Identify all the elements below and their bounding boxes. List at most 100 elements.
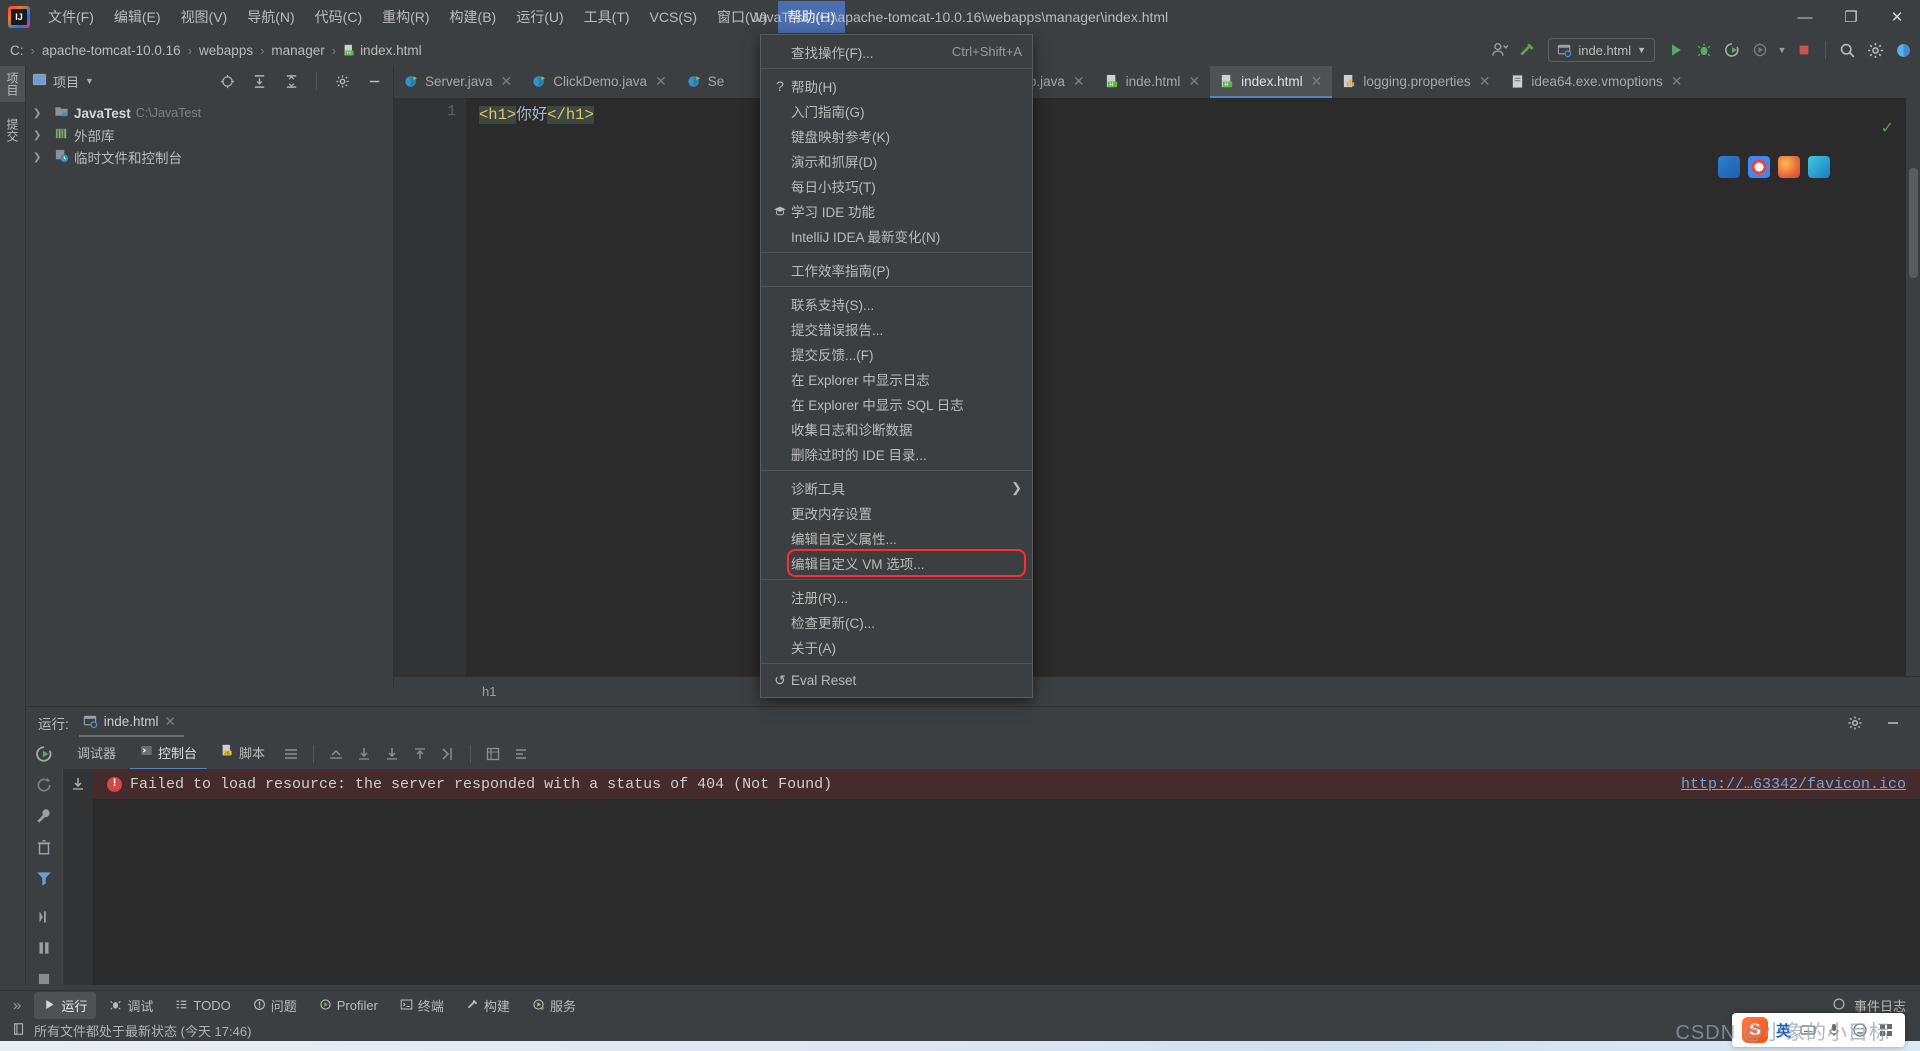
user-avatar-icon[interactable]	[1486, 37, 1512, 63]
menu-item-submit-feedback[interactable]: 提交反馈...(F)	[761, 341, 1032, 366]
menu-file[interactable]: 文件(F)	[38, 1, 104, 33]
firefox-browser-icon[interactable]	[1778, 156, 1800, 178]
close-icon[interactable]: ✕	[1671, 73, 1683, 90]
trash-icon[interactable]	[35, 838, 53, 859]
list-lines-icon[interactable]	[279, 742, 303, 766]
bottom-tab-run[interactable]: 运行	[34, 992, 96, 1019]
run-tab-scripts[interactable]: JS 脚本	[211, 739, 275, 770]
build-hammer-icon[interactable]	[1514, 37, 1540, 63]
editor-scrollbar[interactable]	[1906, 98, 1920, 688]
menu-item-whats-new[interactable]: IntelliJ IDEA 最新变化(N)	[761, 223, 1032, 248]
breadcrumb-item-tomcat[interactable]: apache-tomcat-10.0.16	[42, 43, 181, 58]
editor-scrollbar-thumb[interactable]	[1909, 168, 1918, 278]
close-icon[interactable]: ✕	[165, 714, 176, 730]
bottom-tab-services[interactable]: 服务	[523, 992, 585, 1019]
expand-all-icon[interactable]	[246, 68, 272, 94]
menu-window[interactable]: 窗口(W)	[707, 1, 778, 33]
expand-toolbar-icon[interactable]: »	[4, 993, 30, 1018]
console-output[interactable]: ! Failed to load resource: the server re…	[62, 769, 1920, 985]
close-icon[interactable]: ✕	[1073, 73, 1085, 90]
step-up-icon[interactable]	[324, 742, 348, 766]
menu-item-edit-custom-properties[interactable]: 编辑自定义属性...	[761, 525, 1032, 550]
microphone-icon[interactable]	[1825, 1021, 1843, 1039]
select-opened-file-icon[interactable]	[214, 68, 240, 94]
sogou-logo-icon[interactable]: S	[1742, 1017, 1768, 1043]
refresh-icon[interactable]	[35, 776, 53, 797]
menu-item-submit-bug-report[interactable]: 提交错误报告...	[761, 316, 1032, 341]
settings-wrench-icon[interactable]	[35, 807, 53, 828]
tool-tab-commit[interactable]: 提交	[0, 112, 25, 148]
code-editor[interactable]: 1 <h1>你好</h1> ✓	[394, 98, 1920, 688]
maximize-button[interactable]: ❐	[1828, 0, 1874, 34]
bottom-tab-terminal[interactable]: 终端	[391, 992, 453, 1019]
run-tab-console[interactable]: 控制台	[130, 739, 207, 770]
hide-panel-icon[interactable]	[361, 68, 387, 94]
stop-button[interactable]	[1791, 37, 1817, 63]
tree-node-scratches[interactable]: ❯ 临时文件和控制台	[26, 146, 393, 168]
chevron-right-icon[interactable]: ❯	[33, 152, 41, 163]
menu-item-find-action[interactable]: 查找操作(F)... Ctrl+Shift+A	[761, 39, 1032, 64]
close-icon[interactable]: ✕	[501, 73, 513, 90]
run-session-tab[interactable]: inde.html ✕	[79, 710, 184, 737]
menu-tools[interactable]: 工具(T)	[574, 1, 640, 33]
step-over-icon[interactable]	[35, 908, 53, 929]
run-with-coverage-button[interactable]	[1719, 37, 1745, 63]
menu-view[interactable]: 视图(V)	[171, 1, 238, 33]
menu-item-contact-support[interactable]: 联系支持(S)...	[761, 291, 1032, 316]
ime-toolbox-icon[interactable]	[1877, 1021, 1895, 1039]
force-step-into-icon[interactable]	[380, 742, 404, 766]
console-error-link[interactable]: http://…63342/favicon.ico	[1681, 776, 1906, 793]
run-button[interactable]	[1663, 37, 1689, 63]
menu-refactor[interactable]: 重构(R)	[372, 1, 439, 33]
menu-item-productivity-guide[interactable]: 工作效率指南(P)	[761, 257, 1032, 282]
breadcrumb-item-file[interactable]: index.html	[360, 43, 422, 58]
menu-item-help[interactable]: ? 帮助(H)	[761, 73, 1032, 98]
menu-item-getting-started[interactable]: 入门指南(G)	[761, 98, 1032, 123]
bottom-tab-todo[interactable]: TODO	[166, 994, 239, 1018]
gear-icon[interactable]	[1862, 37, 1888, 63]
menu-vcs[interactable]: VCS(S)	[640, 1, 707, 33]
menu-item-collect-logs-diagnostic-data[interactable]: 收集日志和诊断数据	[761, 416, 1032, 441]
sogou-ime-bar[interactable]: S 英	[1732, 1013, 1905, 1047]
chevron-right-icon[interactable]: ❯	[33, 130, 41, 141]
ide-sparkle-icon[interactable]	[1890, 37, 1916, 63]
breadcrumb-item-manager[interactable]: manager	[271, 43, 324, 58]
menu-navigate[interactable]: 导航(N)	[237, 1, 304, 33]
rerun-icon[interactable]	[35, 745, 53, 766]
menu-item-register[interactable]: 注册(R)...	[761, 584, 1032, 609]
pause-icon[interactable]	[35, 939, 53, 960]
breadcrumb-item-drive[interactable]: C:	[10, 43, 24, 58]
tool-tab-project[interactable]: 项目	[0, 66, 25, 102]
emoji-icon[interactable]	[1851, 1021, 1869, 1039]
chevron-right-icon[interactable]: ❯	[33, 108, 41, 119]
bottom-tab-problems[interactable]: 问题	[244, 992, 306, 1019]
stop-icon[interactable]	[35, 970, 53, 991]
chrome-browser-icon[interactable]	[1748, 156, 1770, 178]
gear-icon[interactable]	[1842, 710, 1868, 736]
bottom-tab-debug[interactable]: 调试	[100, 992, 162, 1019]
chevron-down-icon[interactable]: ▼	[85, 76, 94, 86]
menu-item-show-log-in-explorer[interactable]: 在 Explorer 中显示日志	[761, 366, 1032, 391]
menu-item-diagnostic-tools[interactable]: 诊断工具 ❯	[761, 475, 1032, 500]
run-to-cursor-icon[interactable]	[436, 742, 460, 766]
edge-browser-icon[interactable]	[1808, 156, 1830, 178]
inspection-status-icon[interactable]: ✓	[1881, 118, 1894, 138]
bottom-tab-build[interactable]: 构建	[457, 992, 519, 1019]
editor-tab-clickdemo-java[interactable]: ClickDemo.java ✕	[522, 66, 677, 98]
run-configuration-selector[interactable]: inde.html ▼	[1548, 38, 1655, 62]
menu-build[interactable]: 构建(B)	[440, 1, 507, 33]
menu-item-eval-reset[interactable]: ↺ Eval Reset	[761, 668, 1032, 693]
evaluate-expression-icon[interactable]	[481, 742, 505, 766]
filter-icon[interactable]	[35, 869, 53, 890]
close-icon[interactable]: ✕	[1479, 73, 1491, 90]
editor-tab-se[interactable]: Se	[677, 66, 735, 98]
chevron-down-icon[interactable]: ▼	[1775, 37, 1789, 63]
menu-item-check-for-updates[interactable]: 检查更新(C)...	[761, 609, 1032, 634]
code-line-1[interactable]: <h1>你好</h1>	[479, 104, 594, 126]
editor-tab-server-java[interactable]: Server.java ✕	[394, 66, 522, 98]
debug-button[interactable]	[1691, 37, 1717, 63]
menu-item-keymap-reference[interactable]: 键盘映射参考(K)	[761, 123, 1032, 148]
step-into-icon[interactable]	[352, 742, 376, 766]
ime-mode-label[interactable]: 英	[1776, 1020, 1791, 1041]
editor-tab-idea64-vmoptions[interactable]: idea64.exe.vmoptions ✕	[1500, 66, 1692, 98]
